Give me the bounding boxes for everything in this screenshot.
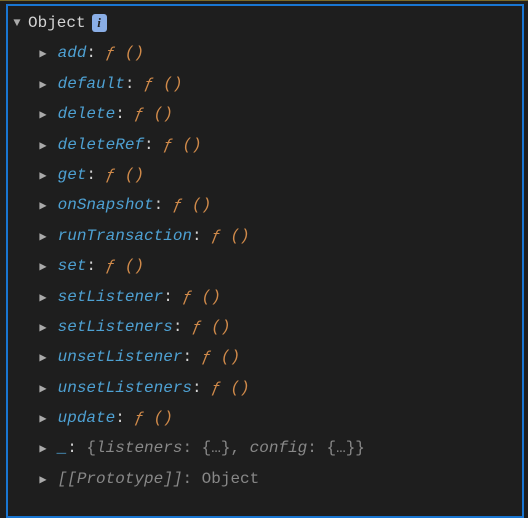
colon-separator: : [192, 227, 211, 245]
property-key: unsetListeners [58, 379, 192, 397]
colon-separator: : [86, 166, 105, 184]
colon-separator: : [144, 136, 163, 154]
property-value-function: ƒ () [192, 318, 230, 336]
property-key: delete [58, 105, 116, 123]
property-row[interactable]: ▶ update: ƒ () [38, 403, 518, 433]
brace-open: { [86, 439, 96, 457]
expand-arrow-icon[interactable]: ▶ [38, 378, 48, 401]
comma-separator: , [230, 439, 249, 457]
property-value-function: ƒ () [211, 227, 249, 245]
object-root-row[interactable]: ▼ Object i [12, 8, 518, 38]
colon-separator: : [154, 196, 173, 214]
property-row[interactable]: ▶ set: ƒ () [38, 251, 518, 281]
colon-separator: : [86, 257, 105, 275]
property-key: default [58, 75, 125, 93]
object-constructor-label: Object [28, 8, 86, 38]
colon-separator: : [182, 470, 201, 488]
property-value-function: ƒ () [106, 257, 144, 275]
expand-arrow-icon[interactable]: ▶ [38, 135, 48, 158]
property-key: add [58, 44, 87, 62]
colon-separator: : [67, 439, 86, 457]
property-row[interactable]: ▶ runTransaction: ƒ () [38, 221, 518, 251]
colon-separator: : [86, 44, 105, 62]
colon-separator: : [125, 75, 144, 93]
property-key: unsetListener [58, 348, 183, 366]
expand-arrow-icon[interactable]: ▶ [38, 104, 48, 127]
property-key: setListener [58, 288, 164, 306]
colon-separator: : [307, 439, 326, 457]
expand-arrow-icon[interactable]: ▼ [12, 12, 22, 35]
property-row[interactable]: ▶ delete: ƒ () [38, 99, 518, 129]
property-row[interactable]: ▶ get: ƒ () [38, 160, 518, 190]
property-key: onSnapshot [58, 196, 154, 214]
expand-arrow-icon[interactable]: ▶ [38, 287, 48, 310]
property-row-prototype[interactable]: ▶ [[Prototype]]: Object [38, 464, 518, 494]
property-key-internal: [[Prototype]] [58, 470, 183, 488]
brace-close: } [355, 439, 365, 457]
colon-separator: : [163, 288, 182, 306]
expand-arrow-icon[interactable]: ▶ [38, 226, 48, 249]
property-value-function: ƒ () [134, 409, 172, 427]
property-row[interactable]: ▶ setListeners: ƒ () [38, 312, 518, 342]
property-row[interactable]: ▶ setListener: ƒ () [38, 282, 518, 312]
property-value-function: ƒ () [182, 288, 220, 306]
property-key: set [58, 257, 87, 275]
property-row[interactable]: ▶ add: ƒ () [38, 38, 518, 68]
property-value-function: ƒ () [106, 166, 144, 184]
property-row[interactable]: ▶ unsetListener: ƒ () [38, 342, 518, 372]
info-badge-icon[interactable]: i [92, 14, 107, 32]
property-key: update [58, 409, 116, 427]
expand-arrow-icon[interactable]: ▶ [38, 256, 48, 279]
property-value-function: ƒ () [211, 379, 249, 397]
property-value-object: Object [202, 470, 260, 488]
property-value-function: ƒ () [134, 105, 172, 123]
property-value-function: ƒ () [144, 75, 182, 93]
expand-arrow-icon[interactable]: ▶ [38, 347, 48, 370]
property-value-function: ƒ () [202, 348, 240, 366]
expand-arrow-icon[interactable]: ▶ [38, 317, 48, 340]
property-key: get [58, 166, 87, 184]
expand-arrow-icon[interactable]: ▶ [38, 408, 48, 431]
property-row[interactable]: ▶ default: ƒ () [38, 69, 518, 99]
expand-arrow-icon[interactable]: ▶ [38, 195, 48, 218]
property-key: _ [58, 439, 68, 457]
object-children: ▶ add: ƒ ()▶ default: ƒ ()▶ delete: ƒ ()… [12, 38, 518, 494]
preview-value: {…} [202, 439, 231, 457]
property-value-function: ƒ () [106, 44, 144, 62]
preview-key: listeners [96, 439, 182, 457]
expand-arrow-icon[interactable]: ▶ [38, 438, 48, 461]
property-key: runTransaction [58, 227, 192, 245]
property-value-function: ƒ () [163, 136, 201, 154]
property-key: setListeners [58, 318, 173, 336]
expand-arrow-icon[interactable]: ▶ [38, 469, 48, 492]
preview-value: {…} [326, 439, 355, 457]
expand-arrow-icon[interactable]: ▶ [38, 74, 48, 97]
expand-arrow-icon[interactable]: ▶ [38, 165, 48, 188]
colon-separator: : [115, 105, 134, 123]
property-row-underscore[interactable]: ▶ _: {listeners: {…}, config: {…}} [38, 433, 518, 463]
colon-separator: : [182, 348, 201, 366]
expand-arrow-icon[interactable]: ▶ [38, 43, 48, 66]
colon-separator: : [192, 379, 211, 397]
preview-key: config [250, 439, 308, 457]
property-row[interactable]: ▶ onSnapshot: ƒ () [38, 190, 518, 220]
colon-separator: : [115, 409, 134, 427]
property-row[interactable]: ▶ unsetListeners: ƒ () [38, 373, 518, 403]
property-key: deleteRef [58, 136, 144, 154]
property-value-function: ƒ () [173, 196, 211, 214]
colon-separator: : [173, 318, 192, 336]
devtools-object-inspector: ▼ Object i ▶ add: ƒ ()▶ default: ƒ ()▶ d… [0, 0, 528, 518]
logged-object-container: ▼ Object i ▶ add: ƒ ()▶ default: ƒ ()▶ d… [6, 4, 524, 518]
object-preview: {listeners: {…}, config: {…}} [86, 439, 364, 457]
colon-separator: : [182, 439, 201, 457]
property-row[interactable]: ▶ deleteRef: ƒ () [38, 130, 518, 160]
